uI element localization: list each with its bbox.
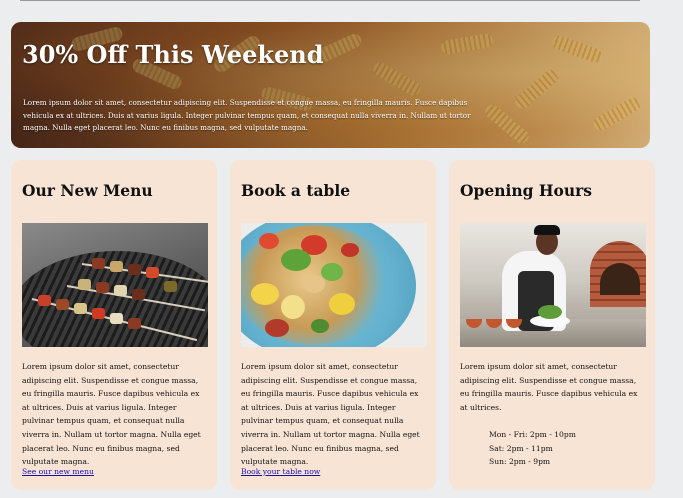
chef-kitchen-image xyxy=(460,223,646,347)
hours-saturday: Sat: 2pm - 11pm xyxy=(489,443,553,453)
card-title: Our New Menu xyxy=(22,181,153,200)
kebab-grill-image xyxy=(22,223,208,347)
banner-text: Lorem ipsum dolor sit amet, consectetur … xyxy=(23,98,471,132)
promo-banner: 30% Off This Weekend Lorem ipsum dolor s… xyxy=(11,22,650,148)
card-new-menu: Our New Menu Lorem ipsum dolor sit amet,… xyxy=(11,160,217,490)
hours-weekdays: Mon - Fri: 2pm - 10pm xyxy=(489,430,576,439)
book-table-link[interactable]: Book your table now xyxy=(241,467,320,476)
card-text: Lorem ipsum dolor sit amet, consectetur … xyxy=(22,362,201,467)
card-title: Book a table xyxy=(241,181,351,200)
see-menu-link[interactable]: See our new menu xyxy=(22,467,94,476)
hours-sunday: Sun: 2pm - 9pm xyxy=(489,457,551,467)
top-divider xyxy=(20,0,640,1)
card-book-table: Book a table Lorem ipsum dolor sit amet,… xyxy=(230,160,436,490)
card-title: Opening Hours xyxy=(460,181,593,200)
card-text: Lorem ipsum dolor sit amet, consectetur … xyxy=(460,362,638,412)
card-text: Lorem ipsum dolor sit amet, consectetur … xyxy=(241,362,420,467)
salad-bowl-image xyxy=(241,223,427,347)
opening-hours-list: Mon - Fri: 2pm - 10pm Sat: 2pm - 11pm Su… xyxy=(489,428,576,469)
banner-title: 30% Off This Weekend xyxy=(22,40,324,69)
card-opening-hours: Opening Hours Lorem ipsum dolor sit amet… xyxy=(449,160,655,490)
